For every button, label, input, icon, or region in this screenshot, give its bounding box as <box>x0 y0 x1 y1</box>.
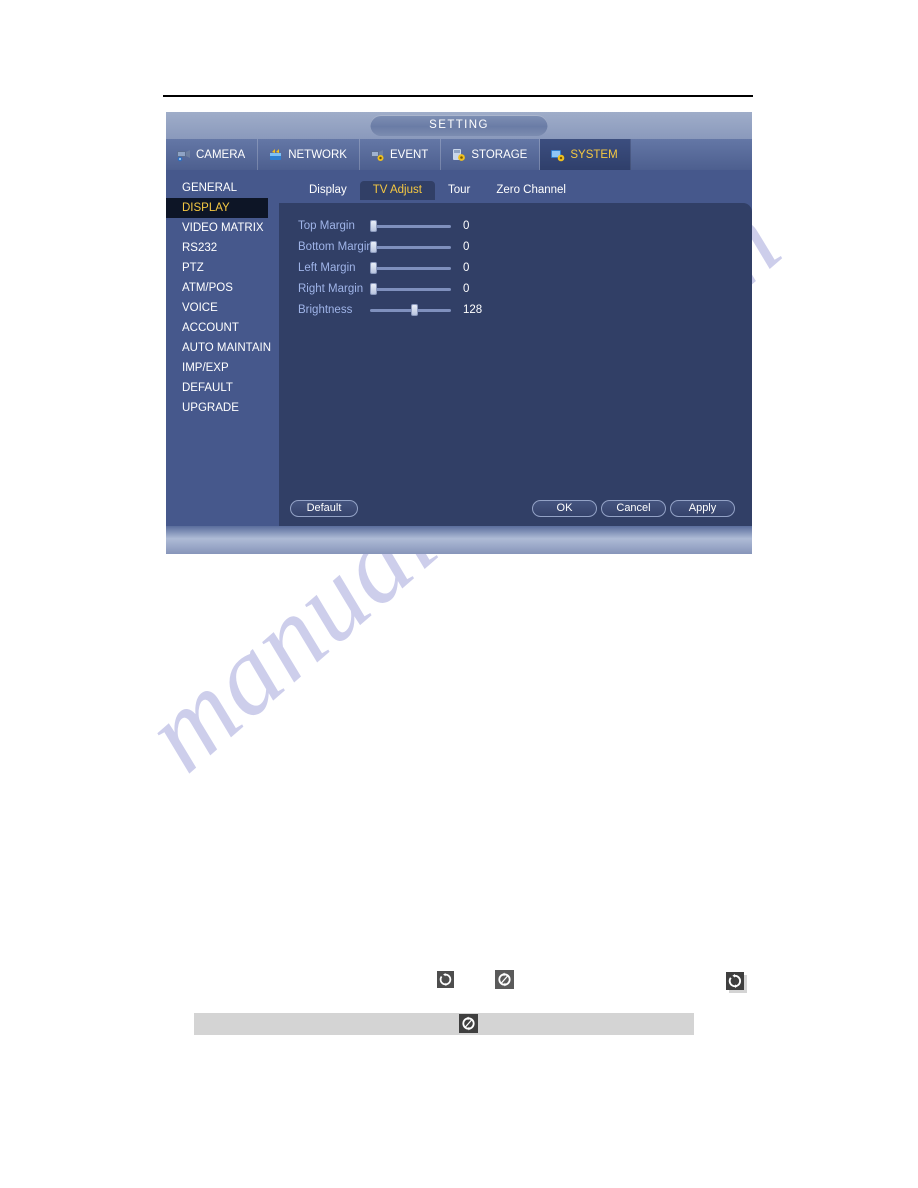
bottom-margin-slider[interactable] <box>370 240 451 254</box>
event-icon <box>370 148 385 162</box>
slider-handle[interactable] <box>370 220 377 232</box>
sidebar-item-display[interactable]: DISPLAY <box>166 198 268 218</box>
sidebar-item-upgrade[interactable]: UPGRADE <box>166 398 279 418</box>
left-margin-label: Left Margin <box>298 262 356 274</box>
nav-tab-network-label: NETWORK <box>288 148 347 161</box>
slider-handle[interactable] <box>411 304 418 316</box>
right-margin-label: Right Margin <box>298 283 364 295</box>
default-button[interactable]: Default <box>290 500 358 517</box>
slider-handle[interactable] <box>370 283 377 295</box>
rotate-icon-2 <box>495 970 514 989</box>
nav-tab-camera-label: CAMERA <box>196 148 246 161</box>
slider-track <box>370 225 451 228</box>
top-margin-value: 0 <box>463 220 470 232</box>
main-nav-tabs: CAMERA NETWORK EVENT STORAGE SYSTEM <box>166 139 752 170</box>
window-title: SETTING <box>370 115 548 136</box>
sidebar-item-general[interactable]: GENERAL <box>166 178 279 198</box>
system-icon <box>550 148 565 162</box>
sidebar-item-video-matrix[interactable]: VIDEO MATRIX <box>166 218 279 238</box>
panel-action-buttons: Default OK Cancel Apply <box>279 500 752 517</box>
nav-tab-event-label: EVENT <box>389 148 429 161</box>
sidebar-item-ptz[interactable]: PTZ <box>166 258 279 278</box>
right-margin-slider[interactable] <box>370 282 451 296</box>
apply-button[interactable]: Apply <box>670 500 735 517</box>
window-body: GENERAL DISPLAY VIDEO MATRIX RS232 PTZ A… <box>166 170 752 526</box>
slider-track <box>370 246 451 249</box>
sidebar-item-account[interactable]: ACCOUNT <box>166 318 279 338</box>
cancel-button[interactable]: Cancel <box>601 500 666 517</box>
slider-row-right-margin: Right Margin 0 <box>298 279 718 299</box>
top-margin-slider[interactable] <box>370 219 451 233</box>
slider-track <box>370 267 451 270</box>
slider-row-brightness: Brightness 128 <box>298 300 718 320</box>
nav-tab-system-label: SYSTEM <box>570 148 618 161</box>
left-margin-value: 0 <box>463 262 470 274</box>
sidebar-item-voice[interactable]: VOICE <box>166 298 279 318</box>
bottom-margin-label: Bottom Margin <box>298 241 373 253</box>
settings-content: Display TV Adjust Tour Zero Channel Top … <box>279 170 752 526</box>
ok-button[interactable]: OK <box>532 500 597 517</box>
tv-adjust-controls: Top Margin 0 Bottom Margin 0 Left Margin… <box>298 216 718 321</box>
right-margin-value: 0 <box>463 283 470 295</box>
document-gray-bar <box>194 1013 694 1035</box>
dvr-setting-window: SETTING CAMERA NETWORK EVENT STORAGE SYS… <box>166 112 752 554</box>
sidebar-item-imp-exp[interactable]: IMP/EXP <box>166 358 279 378</box>
nav-tab-event[interactable]: EVENT <box>360 139 442 170</box>
sidebar-item-default[interactable]: DEFAULT <box>166 378 279 398</box>
display-sub-tabs: Display TV Adjust Tour Zero Channel <box>279 170 752 200</box>
nav-tab-storage[interactable]: STORAGE <box>441 139 541 170</box>
slider-row-bottom-margin: Bottom Margin 0 <box>298 237 718 257</box>
brightness-slider[interactable] <box>370 303 451 317</box>
tab-tour[interactable]: Tour <box>435 181 483 200</box>
tv-adjust-panel: Top Margin 0 Bottom Margin 0 Left Margin… <box>279 203 752 526</box>
bottom-margin-value: 0 <box>463 241 470 253</box>
slider-track <box>370 288 451 291</box>
sidebar-item-atm-pos[interactable]: ATM/POS <box>166 278 279 298</box>
nav-tab-system[interactable]: SYSTEM <box>540 139 631 170</box>
tab-display[interactable]: Display <box>296 181 360 200</box>
window-title-bar: SETTING <box>166 112 752 139</box>
nav-tab-camera[interactable]: CAMERA <box>166 139 259 170</box>
slider-row-left-margin: Left Margin 0 <box>298 258 718 278</box>
sidebar-item-auto-maintain[interactable]: AUTO MAINTAIN <box>166 338 279 358</box>
window-footer <box>166 526 752 554</box>
tab-zero-channel[interactable]: Zero Channel <box>483 181 579 200</box>
settings-sidebar: GENERAL DISPLAY VIDEO MATRIX RS232 PTZ A… <box>166 170 279 526</box>
rotate-icon-bar <box>459 1014 478 1033</box>
network-icon <box>268 148 283 162</box>
slider-handle[interactable] <box>370 241 377 253</box>
rotate-icon-1 <box>437 971 454 988</box>
slider-handle[interactable] <box>370 262 377 274</box>
storage-icon <box>451 148 466 162</box>
nav-tab-storage-label: STORAGE <box>471 148 528 161</box>
brightness-value: 128 <box>463 304 483 316</box>
nav-tab-network[interactable]: NETWORK <box>258 139 360 170</box>
slider-row-top-margin: Top Margin 0 <box>298 216 718 236</box>
tab-tv-adjust[interactable]: TV Adjust <box>359 181 435 200</box>
page-header-rule <box>163 95 753 97</box>
brightness-label: Brightness <box>298 304 353 316</box>
left-margin-slider[interactable] <box>370 261 451 275</box>
sidebar-item-rs232[interactable]: RS232 <box>166 238 279 258</box>
top-margin-label: Top Margin <box>298 220 355 232</box>
rotate-icon-3 <box>726 972 744 990</box>
camera-icon <box>176 148 191 162</box>
